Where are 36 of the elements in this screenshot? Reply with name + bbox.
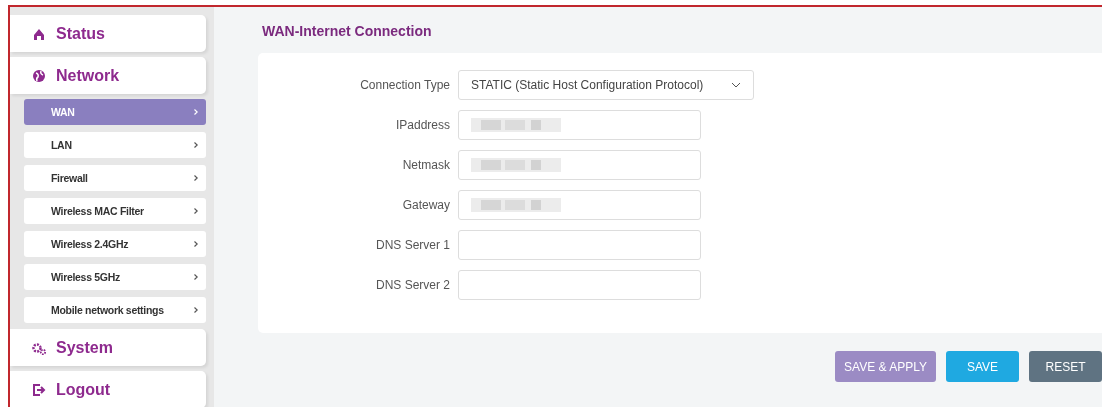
input-field[interactable] — [458, 110, 701, 140]
field-label: DNS Server 1 — [374, 238, 450, 252]
page-title: WAN-Internet Connection — [262, 23, 433, 39]
select-field[interactable]: STATIC (Static Host Configuration Protocol) — [458, 70, 754, 100]
field-label: DNS Server 2 — [374, 278, 450, 292]
submenu-item[interactable]: Wireless 2.4GHz — [24, 231, 206, 257]
input-field[interactable] — [458, 270, 701, 300]
submenu-item[interactable]: Mobile network settings — [24, 297, 206, 323]
nav-item[interactable]: Logout — [10, 371, 206, 407]
chevron-icon — [194, 109, 198, 115]
gears-icon — [32, 340, 46, 355]
chevron-icon — [194, 307, 198, 313]
chevron-icon — [194, 208, 198, 214]
chevron-icon — [194, 274, 198, 280]
reset-button[interactable]: RESET — [1029, 351, 1102, 382]
logout-icon — [32, 382, 46, 397]
input-field[interactable] — [458, 190, 701, 220]
submenu-item[interactable]: LAN — [24, 132, 206, 158]
input-field[interactable] — [458, 150, 701, 180]
nav-item[interactable]: Network — [10, 57, 206, 94]
chevron-icon — [194, 175, 198, 181]
submenu-item[interactable]: Wireless MAC Filter — [24, 198, 206, 224]
chevron-icon — [194, 142, 198, 148]
submenu-item[interactable]: WAN — [24, 99, 206, 125]
field-label: IPaddress — [394, 118, 450, 132]
field-label: Gateway — [401, 198, 450, 212]
nav-item[interactable]: Status — [10, 15, 206, 52]
submenu-item[interactable]: Wireless 5GHz — [24, 264, 206, 290]
chevron-down-icon — [731, 82, 741, 88]
field-label: Netmask — [401, 158, 450, 172]
submenu-item[interactable]: Firewall — [24, 165, 206, 191]
field-label: Connection Type — [359, 78, 450, 92]
input-field[interactable] — [458, 230, 701, 260]
globe-icon — [32, 68, 46, 83]
chevron-icon — [194, 241, 198, 247]
nav-item[interactable]: System — [10, 329, 206, 366]
